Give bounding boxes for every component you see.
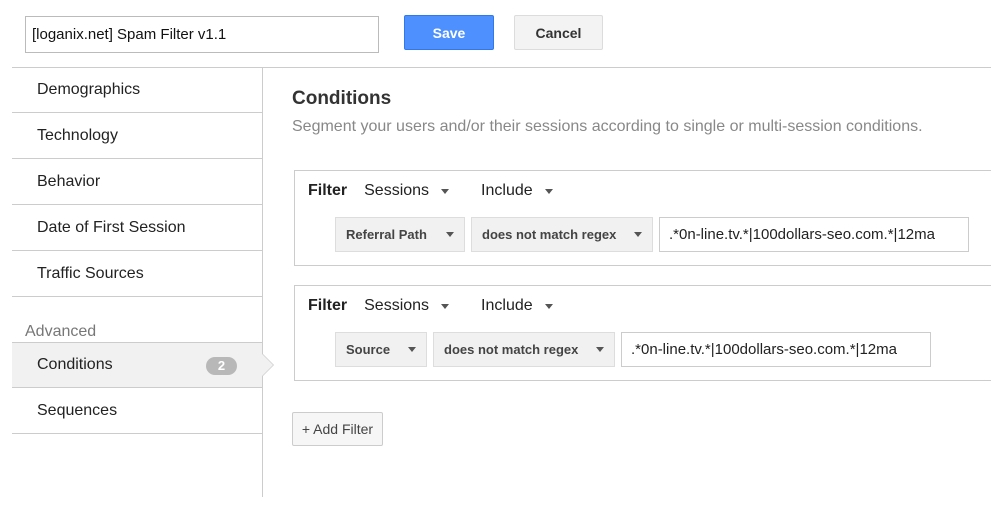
save-button[interactable]: Save [404,15,494,50]
filter-label: Filter [308,297,348,314]
dimension-dropdown[interactable]: Source [335,332,427,367]
scope-dropdown[interactable]: Sessions [364,297,450,315]
advanced-section-label: Advanced [25,323,97,340]
filter-card: Filter Sessions Include Referral Path do… [294,170,991,266]
operator-dropdown[interactable]: does not match regex [471,217,653,252]
regex-input[interactable]: .*0n-line.tv.*|100dollars-seo.com.*|12ma [659,217,969,252]
operator-value: does not match regex [444,342,579,357]
page-subtitle: Segment your users and/or their sessions… [292,118,923,135]
sidebar-item-label: Traffic Sources [37,264,144,282]
scope-value: Sessions [364,297,430,314]
dimension-value: Source [346,342,391,357]
operator-dropdown[interactable]: does not match regex [433,332,615,367]
cancel-button[interactable]: Cancel [514,15,603,50]
sidebar-item-behavior[interactable]: Behavior [12,159,262,205]
sidebar-item-date-of-first-session[interactable]: Date of First Session [12,205,262,251]
scope-dropdown[interactable]: Sessions [364,182,450,200]
sidebar-item-conditions[interactable]: Conditions 2 [12,342,262,388]
sidebar-item-sequences[interactable]: Sequences [12,388,262,434]
chevron-down-icon [544,188,553,194]
sidebar-item-label: Behavior [37,172,101,190]
chevron-down-icon [596,347,604,352]
chevron-down-icon [441,303,450,309]
mode-value: Include [481,182,533,199]
sidebar-item-traffic-sources[interactable]: Traffic Sources [12,251,262,297]
mode-value: Include [481,297,533,314]
add-filter-button[interactable]: + Add Filter [292,412,383,446]
filter-label: Filter [308,182,348,199]
regex-input[interactable]: .*0n-line.tv.*|100dollars-seo.com.*|12ma [621,332,931,367]
filter-card: Filter Sessions Include Source does not … [294,285,991,381]
sidebar-item-label: Demographics [37,80,141,98]
sidebar-item-technology[interactable]: Technology [12,113,262,159]
chevron-down-icon [634,232,642,237]
sidebar-item-label: Date of First Session [37,218,186,236]
sidebar-item-demographics[interactable]: Demographics [12,67,262,113]
dimension-dropdown[interactable]: Referral Path [335,217,465,252]
mode-dropdown[interactable]: Include [481,297,553,315]
page-title: Conditions [292,88,392,109]
segment-name-input[interactable] [25,16,379,53]
operator-value: does not match regex [482,227,617,242]
sidebar-item-label: Sequences [37,401,118,419]
sidebar-item-label: Conditions [37,356,113,373]
sidebar-item-label: Technology [37,126,118,144]
chevron-down-icon [544,303,553,309]
chevron-down-icon [446,232,454,237]
chevron-down-icon [408,347,416,352]
dimension-value: Referral Path [346,227,427,242]
scope-value: Sessions [364,182,430,199]
mode-dropdown[interactable]: Include [481,182,553,200]
active-pointer-fill [262,354,273,376]
divider [262,67,263,497]
chevron-down-icon [441,188,450,194]
count-badge: 2 [206,357,237,375]
